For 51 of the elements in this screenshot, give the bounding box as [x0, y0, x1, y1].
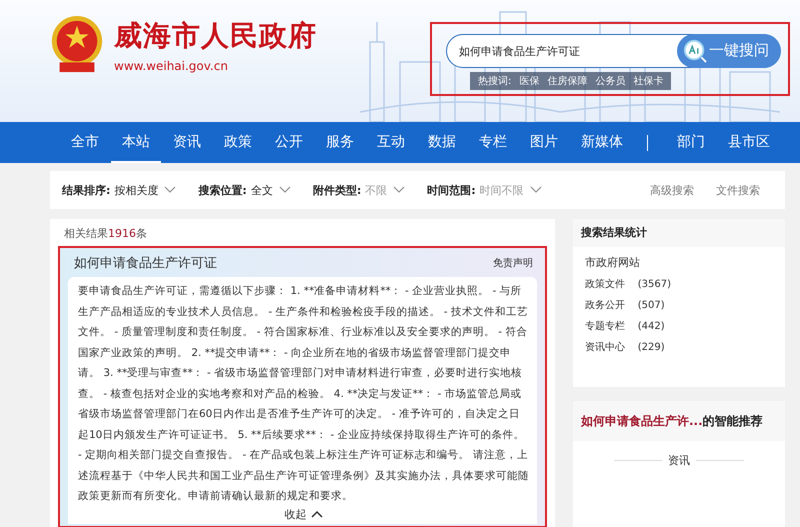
recommend-title: 如何申请食品生产许...的智能推荐: [573, 401, 785, 441]
filter-dropdown[interactable]: 按相关度: [114, 182, 176, 198]
nav-tab[interactable]: 互动: [366, 122, 416, 163]
search-field[interactable]: 如何申请食品生产许可证 一键搜问: [446, 34, 780, 68]
hot-word-link[interactable]: 医保: [519, 74, 540, 88]
filter-dropdown[interactable]: 不限: [365, 182, 406, 198]
nav-tab[interactable]: 图片: [519, 122, 569, 163]
recommend-tab[interactable]: 资讯: [668, 453, 690, 468]
search-mode-link[interactable]: 文件搜索: [716, 182, 760, 198]
chevron-down-icon: [278, 186, 291, 194]
hot-word-link[interactable]: 公务员: [595, 74, 626, 88]
result-count: 相关结果1916条: [64, 226, 148, 241]
nav-tab[interactable]: 数据: [417, 122, 467, 163]
nav-tab[interactable]: 政策: [213, 122, 263, 163]
nav-tab[interactable]: 部门: [666, 122, 716, 163]
hot-word-link[interactable]: 社保卡: [633, 74, 664, 88]
nav-tab[interactable]: 全市: [60, 122, 110, 163]
filter-dropdown[interactable]: 时间不限: [480, 182, 542, 198]
disclaimer-link[interactable]: 免责声明: [493, 256, 533, 270]
nav-tab[interactable]: 县市区: [717, 122, 781, 163]
search-mode-link[interactable]: 高级搜索: [650, 182, 694, 198]
filter-label: 时间范围:: [427, 182, 476, 198]
answer-text: 要申请食品生产许可证，需遵循以下步骤： 1. **准备申请材料**： - 企业营业执照。 - 与所生产产品相适应的专业技术人员信息。 - 生产条件和检验检疫手段的描述。 - 技术文件和工艺文件。 - 质量管理制度和责任制度。 - 符合国家标准、行业标准以及安全要求的声明。 - 符合国家产业政策的声明。 2. **提交申请**： - 向企业所在地的省级市场监督管理部门提交申请。 3. **受理与审查**： - 省级市场监督管理部门对申请材料进行审查，必要时进行实地核查。 - 核查包括对企业的实地考察和对产品的检验。 4. **决定与发证**： - 市场监管总局或省级市场监督管理部门在60日内作出是否准予生产许可的决定。 - 准予许可的，自决定之日起10日内颁发生产许可证证书。 5. **后续要求**： - 企业应持续保持取得生产许可的条件。 - 定期向相关部门提交自查报告。 - 在产品或包装上标注生产许可证标志和编号。 请注意，上述流程基于《中华人民共和国工业产品生产许可证管理条例》及其实施办法，具体要求可能随政策更新而有所变化。申请前请确认最新的规定和要求。: [78, 284, 529, 504]
stats-title: 搜索结果统计: [573, 219, 785, 247]
site-url: www.weihai.gov.cn: [114, 59, 229, 73]
chevron-down-icon: [164, 186, 176, 194]
nav-tab[interactable]: 公开: [264, 122, 314, 163]
site-title: 威海市人民政府: [114, 18, 317, 54]
stats-item[interactable]: 政策文件 (3567): [585, 277, 785, 291]
hot-word-link[interactable]: 住房保障: [547, 74, 588, 88]
nav-tab[interactable]: 本站: [111, 122, 161, 163]
filter-label: 附件类型:: [312, 182, 362, 198]
chevron-up-icon: [310, 510, 322, 518]
stats-item[interactable]: 政务公开 (507): [585, 298, 785, 312]
ai-search-button[interactable]: 一键搜问: [677, 34, 781, 68]
collapse-link[interactable]: 收起: [284, 506, 322, 522]
hot-words-label: 热搜词:: [478, 74, 512, 88]
answer-title: 如何申请食品生产许可证: [74, 255, 217, 272]
stats-item[interactable]: 资讯中心 (229): [585, 340, 785, 354]
filter-label: 结果排序:: [62, 182, 110, 198]
stats-item[interactable]: 专题专栏 (442): [585, 319, 785, 333]
nav-tab[interactable]: 资讯: [162, 122, 212, 163]
nav-tab[interactable]: 新媒体: [570, 122, 634, 163]
ai-icon: [683, 38, 707, 62]
chevron-down-icon: [393, 186, 406, 194]
chevron-down-icon: [530, 186, 542, 194]
stats-group-title: 市政府网站: [585, 255, 641, 270]
filter-label: 搜索位置:: [198, 182, 247, 198]
nav-tab[interactable]: 专栏: [468, 122, 518, 163]
filter-dropdown[interactable]: 全文: [250, 182, 291, 198]
nav-tab[interactable]: 服务: [315, 122, 365, 163]
